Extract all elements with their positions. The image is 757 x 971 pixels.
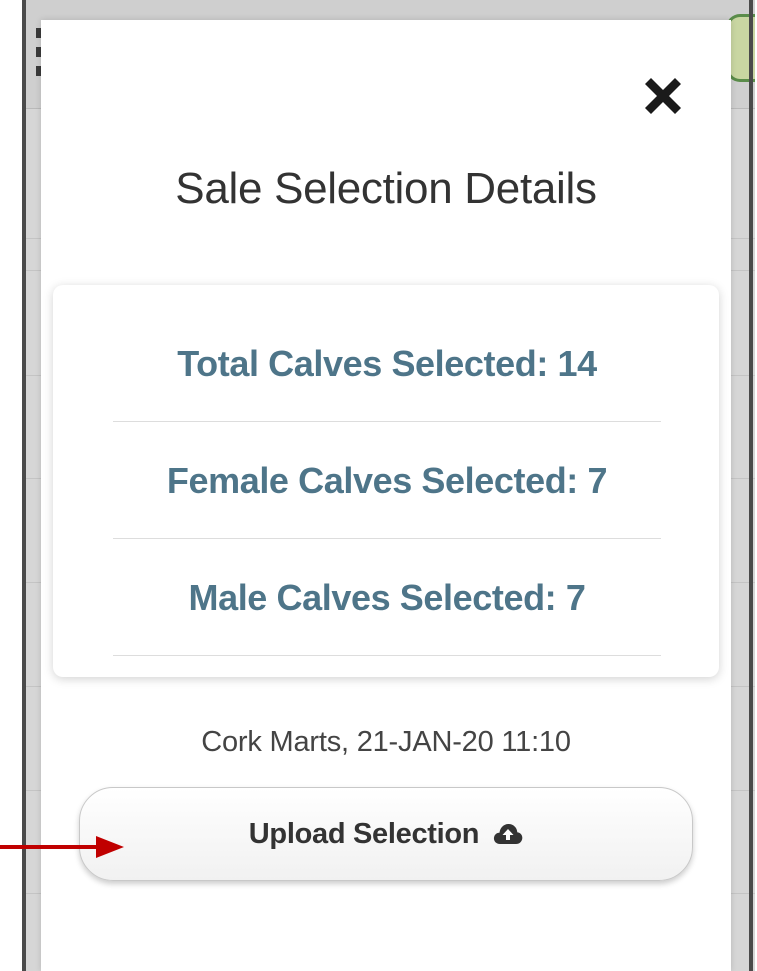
- upload-selection-button[interactable]: Upload Selection: [79, 787, 693, 881]
- upload-button-label: Upload Selection: [248, 817, 480, 850]
- frame-left-border: [22, 0, 26, 971]
- stat-row-female-calves: Female Calves Selected: 7: [113, 422, 661, 539]
- frame-right-border: [749, 0, 753, 971]
- stat-total-calves: Total Calves Selected: 14: [177, 343, 597, 384]
- close-button[interactable]: [637, 70, 689, 122]
- stat-row-total-calves: Total Calves Selected: 14: [113, 305, 661, 422]
- annotation-arrow-icon: [0, 836, 124, 858]
- sale-selection-modal: Sale Selection Details Total Calves Sele…: [41, 20, 731, 971]
- modal-title: Sale Selection Details: [175, 164, 597, 213]
- stat-female-calves: Female Calves Selected: 7: [166, 460, 608, 501]
- stat-row-male-calves: Male Calves Selected: 7: [113, 539, 661, 656]
- close-icon: [645, 78, 681, 114]
- stat-male-calves: Male Calves Selected: 7: [188, 577, 586, 618]
- screenshot-stage: Sale Selection Details Total Calves Sele…: [0, 0, 757, 971]
- cloud-upload-icon: [494, 824, 523, 844]
- sale-info-text: Cork Marts, 21-JAN-20 11:10: [201, 726, 571, 758]
- stats-card: Total Calves Selected: 14 Female Calves …: [53, 285, 719, 677]
